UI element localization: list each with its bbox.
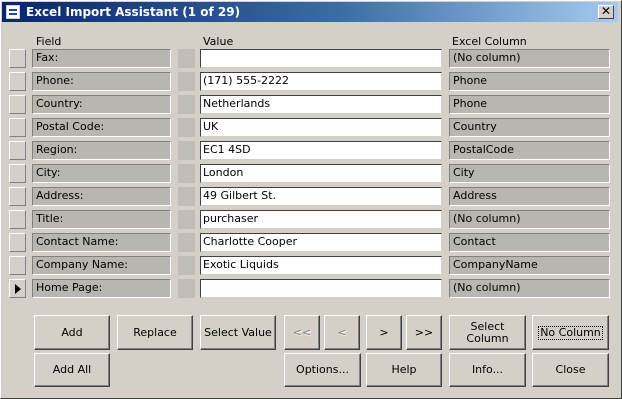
row-gutter [178, 187, 195, 206]
row-selector[interactable] [9, 233, 26, 252]
no-column-button[interactable]: No Column [532, 315, 609, 350]
excel-column-cell[interactable]: Country [449, 118, 610, 137]
value-field[interactable]: (171) 555-2222 [200, 72, 442, 91]
row-gutter [178, 233, 195, 252]
title-bar: Excel Import Assistant (1 of 29) ✕ [2, 2, 618, 22]
row-gutter [178, 72, 195, 91]
row-selector[interactable] [9, 141, 26, 160]
value-field[interactable]: UK [200, 118, 442, 137]
value-field[interactable]: Charlotte Cooper [200, 233, 442, 252]
add-all-button[interactable]: Add All [34, 353, 110, 387]
excel-column-cell[interactable]: (No column) [449, 49, 610, 68]
value-field[interactable] [200, 279, 442, 298]
excel-column-cell[interactable]: City [449, 164, 610, 183]
field-name-cell: Phone: [32, 72, 171, 91]
close-window-icon[interactable]: ✕ [598, 5, 614, 19]
row-gutter [178, 164, 195, 183]
field-column-header: Field [36, 35, 62, 48]
row-gutter [178, 210, 195, 229]
excel-column-cell[interactable]: (No column) [449, 210, 610, 229]
field-name-cell: Postal Code: [32, 118, 171, 137]
row-selector[interactable] [9, 95, 26, 114]
row-selector[interactable] [9, 256, 26, 275]
info-button[interactable]: Info... [449, 353, 526, 387]
row-selector[interactable] [9, 187, 26, 206]
value-column-header: Value [203, 35, 234, 48]
previous-record-button[interactable]: < [324, 315, 360, 350]
close-button[interactable]: Close [532, 353, 609, 387]
row-gutter [178, 256, 195, 275]
excel-column-cell[interactable]: CompanyName [449, 256, 610, 275]
field-name-cell: Company Name: [32, 256, 171, 275]
select-value-button[interactable]: Select Value [200, 315, 276, 350]
value-field[interactable] [200, 49, 442, 68]
value-field[interactable]: purchaser [200, 210, 442, 229]
window-title: Excel Import Assistant (1 of 29) [26, 5, 241, 19]
value-field[interactable]: EC1 4SD [200, 141, 442, 160]
excel-column-cell[interactable]: Address [449, 187, 610, 206]
excel-column-header: Excel Column [452, 35, 527, 48]
value-field[interactable]: Exotic Liquids [200, 256, 442, 275]
row-selector[interactable] [9, 49, 26, 68]
row-gutter [178, 141, 195, 160]
field-name-cell: Address: [32, 187, 171, 206]
row-gutter [178, 118, 195, 137]
select-column-button[interactable]: Select Column [449, 315, 526, 350]
field-name-cell: Country: [32, 95, 171, 114]
field-name-cell: City: [32, 164, 171, 183]
field-name-cell: Contact Name: [32, 233, 171, 252]
row-gutter [178, 95, 195, 114]
field-name-cell: Title: [32, 210, 171, 229]
options-button[interactable]: Options... [284, 353, 361, 387]
excel-column-cell[interactable]: PostalCode [449, 141, 610, 160]
first-record-button[interactable]: << [284, 315, 320, 350]
next-record-button[interactable]: > [366, 315, 402, 350]
excel-column-cell[interactable]: Contact [449, 233, 610, 252]
excel-import-assistant-dialog: Excel Import Assistant (1 of 29) ✕ Field… [0, 0, 622, 399]
row-selector[interactable] [9, 164, 26, 183]
excel-column-cell[interactable]: Phone [449, 95, 610, 114]
field-name-cell: Fax: [32, 49, 171, 68]
row-selector[interactable] [9, 118, 26, 137]
replace-button[interactable]: Replace [117, 315, 193, 350]
value-field[interactable]: London [200, 164, 442, 183]
excel-column-cell[interactable]: (No column) [449, 279, 610, 298]
row-gutter [178, 279, 195, 298]
help-button[interactable]: Help [366, 353, 442, 387]
value-field[interactable]: Netherlands [200, 95, 442, 114]
field-name-cell: Region: [32, 141, 171, 160]
last-record-button[interactable]: >> [406, 315, 442, 350]
row-gutter [178, 49, 195, 68]
row-selector[interactable] [9, 210, 26, 229]
field-name-cell: Home Page: [32, 279, 171, 298]
app-icon [6, 5, 20, 19]
value-field[interactable]: 49 Gilbert St. [200, 187, 442, 206]
add-button[interactable]: Add [34, 315, 110, 350]
row-selector[interactable] [9, 72, 26, 91]
excel-column-cell[interactable]: Phone [449, 72, 610, 91]
current-row-arrow-icon [15, 284, 21, 294]
row-selector[interactable] [9, 279, 26, 298]
